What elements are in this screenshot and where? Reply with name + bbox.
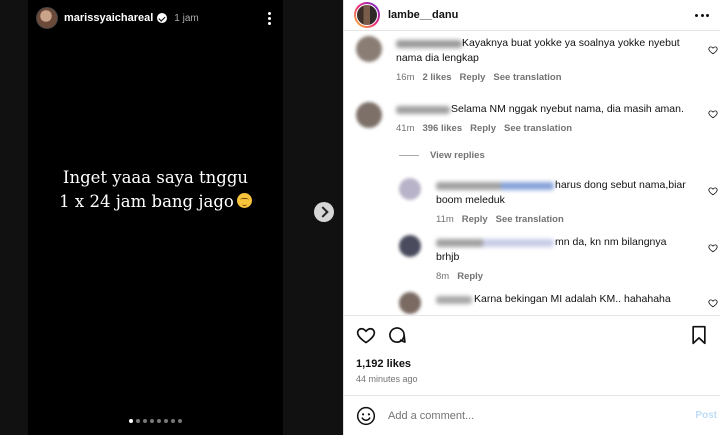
reply-button[interactable]: Reply (457, 271, 483, 282)
post-username[interactable]: lambe__danu (388, 9, 458, 21)
kebab-horizontal-icon[interactable] (695, 13, 709, 17)
avatar[interactable] (399, 178, 421, 200)
blurred-username (436, 182, 554, 190)
comment-likes[interactable]: 396 likes (422, 123, 462, 134)
comment-meta: 41m 396 likes Reply See translation (396, 123, 572, 134)
reply-text-line1: Karna bekingan MI adalah KM.. hahahaha (474, 293, 671, 305)
reply-meta: 8m Reply (436, 271, 483, 282)
progress-dot (136, 419, 140, 423)
progress-dot (164, 419, 168, 423)
story-caption-line1: Inget yaaa saya tnggu (62, 168, 249, 187)
reply-text-line1: mn da, kn nm bilangnya (555, 236, 667, 248)
reply-text-line1: harus dong sebut nama,biar (555, 179, 686, 191)
avatar[interactable] (356, 36, 382, 62)
comment-item: Selama NM nggak nyebut nama, dia masih a… (344, 102, 720, 142)
likes-count[interactable]: 1,192 likes (356, 358, 411, 370)
reply-item: mn da, kn nm bilangnya brhjb 8m Reply (344, 235, 720, 285)
reply-meta: 11m Reply See translation (436, 214, 564, 225)
blurred-username (436, 239, 554, 247)
reply-button[interactable]: Reply (460, 72, 486, 83)
avatar[interactable] (399, 292, 421, 314)
divider (344, 315, 720, 316)
story-username[interactable]: marissyaichareal (64, 12, 153, 24)
post-button[interactable]: Post (695, 410, 717, 421)
instagram-viewer: marissyaichareal 1 jam Inget yaaa saya t… (0, 0, 720, 435)
comment-text-line2: nama dia lengkap (396, 52, 479, 64)
comment-time: 16m (396, 72, 415, 83)
blurred-username (436, 296, 472, 304)
comment-text-line1: Selama NM nggak nyebut nama, dia masih a… (451, 103, 684, 115)
heart-outline-icon[interactable] (708, 243, 718, 253)
story-caption-line2: 1 x 24 jam bang jago (59, 192, 234, 211)
progress-dot (143, 419, 147, 423)
story-time: 1 jam (174, 12, 199, 24)
progress-dot (157, 419, 161, 423)
comment-time: 41m (396, 123, 415, 134)
comment-meta: 16m 2 likes Reply See translation (396, 72, 562, 83)
reply-item: harus dong sebut nama,biar boom meleduk … (344, 178, 720, 228)
blurred-username (396, 106, 450, 114)
divider (344, 30, 720, 31)
verified-icon (157, 13, 168, 23)
avatar[interactable] (399, 235, 421, 257)
heart-outline-icon[interactable] (708, 186, 718, 196)
see-translation-link[interactable]: See translation (496, 214, 564, 225)
reply-button[interactable]: Reply (470, 123, 496, 134)
reply-button[interactable]: Reply (462, 214, 488, 225)
story-progress-dots (28, 419, 283, 423)
reply-text-line2: brhjb (436, 251, 460, 263)
story-frame[interactable]: marissyaichareal 1 jam Inget yaaa saya t… (28, 0, 283, 435)
comment-item: Kayaknya buat yokke ya soalnya yokke nye… (344, 36, 720, 91)
smiley-icon[interactable] (356, 406, 376, 426)
comments-panel: lambe__danu Kayaknya buat yokke ya soaln… (343, 0, 720, 435)
progress-dot (178, 419, 182, 423)
post-avatar[interactable] (354, 2, 380, 28)
comment-likes[interactable]: 2 likes (422, 72, 451, 83)
story-header: marissyaichareal 1 jam (36, 6, 275, 30)
comment-text-line1: Kayaknya buat yokke ya soalnya yokke nye… (462, 37, 680, 49)
blurred-username (396, 40, 462, 48)
post-time-ago: 44 minutes ago (356, 374, 418, 384)
reply-item: Karna bekingan MI adalah KM.. hahahaha (344, 292, 720, 314)
reply-time: 8m (436, 271, 450, 282)
progress-dot (150, 419, 154, 423)
view-replies-button[interactable]: View replies (399, 150, 485, 161)
see-translation-link[interactable]: See translation (504, 123, 572, 134)
post-actions (356, 324, 709, 346)
progress-dot (129, 419, 133, 423)
progress-dot (171, 419, 175, 423)
reply-time: 11m (436, 214, 454, 225)
chevron-right-icon[interactable] (314, 202, 334, 222)
heart-outline-icon[interactable] (708, 298, 718, 308)
smiling-face-emoji (236, 193, 252, 208)
bookmark-icon[interactable] (690, 325, 708, 345)
avatar[interactable] (356, 102, 382, 128)
view-replies-label: View replies (430, 150, 485, 161)
kebab-vertical-icon[interactable] (263, 9, 275, 27)
post-header: lambe__danu (344, 0, 720, 30)
add-comment-bar: Post (344, 396, 720, 435)
reply-text-line2: boom meleduk (436, 194, 505, 206)
heart-icon[interactable] (356, 325, 376, 345)
story-panel: marissyaichareal 1 jam Inget yaaa saya t… (0, 0, 343, 435)
heart-outline-icon[interactable] (708, 45, 718, 55)
comment-bubble-icon[interactable] (387, 325, 407, 345)
add-comment-input[interactable] (388, 409, 678, 422)
heart-outline-icon[interactable] (708, 109, 718, 119)
story-avatar[interactable] (36, 7, 58, 29)
story-caption: Inget yaaa saya tnggu 1 x 24 jam bang ja… (28, 166, 283, 214)
divider (399, 155, 419, 156)
see-translation-link[interactable]: See translation (493, 72, 561, 83)
